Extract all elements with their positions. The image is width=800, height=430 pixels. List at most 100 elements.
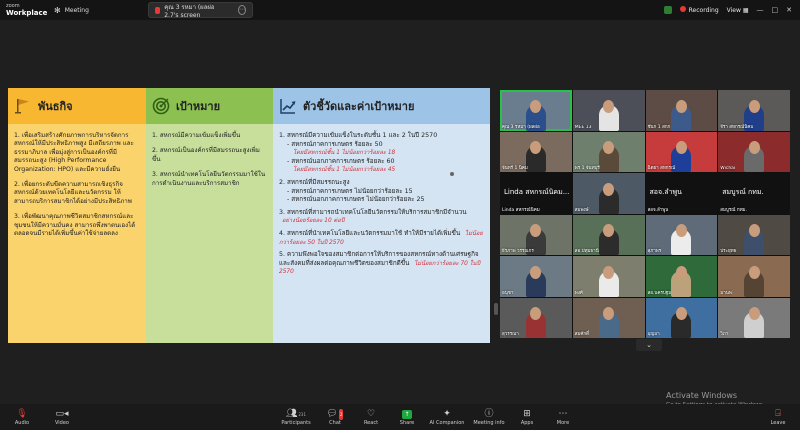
participant-tile[interactable]: ธีรภาพ วรรณกร xyxy=(500,214,572,255)
shield-icon[interactable] xyxy=(663,6,672,14)
participant-tile[interactable]: อนุชา xyxy=(500,256,572,297)
kpi-item-1: 1. สหกรณ์มีความเข้มแข็งในระดับชั้น 1 และ… xyxy=(279,132,484,175)
participant-face xyxy=(603,182,615,196)
participant-tile[interactable]: สอ.นครปฐม xyxy=(645,256,718,297)
gallery-scroll-down-button[interactable]: ⌄ xyxy=(636,339,662,351)
participants-button[interactable]: 👥︎231 Participants xyxy=(275,404,317,430)
kpi-target: อย่างน้อยร้อยละ 10 ต่อปี xyxy=(282,218,345,225)
participant-name: คุณ 3 รหมา (ผลผ่อ xyxy=(502,124,540,130)
chat-button[interactable]: 💬︎ 2 Chat xyxy=(317,404,353,430)
participant-tile[interactable]: นิตยา สหกรณ์ xyxy=(645,131,718,172)
recording-label: Recording xyxy=(688,7,719,14)
video-button[interactable]: ▭◂ Video xyxy=(44,404,80,430)
participant-tile[interactable]: พงศ์ xyxy=(572,256,645,297)
participant-name: จันทร์ 1 นิคม xyxy=(502,166,528,171)
goals-body: 1. สหกรณ์มีความเข้มแข็งเพิ่มขึ้น 2. สหกร… xyxy=(146,124,273,203)
participant-tile[interactable]: สมบูรณ์ กทม. สมบูรณ์ กทม. xyxy=(718,173,790,214)
participant-tile[interactable]: สุภาพร xyxy=(645,214,718,255)
participant-tile[interactable]: ชันก 1 สกก xyxy=(645,90,718,131)
screen-share-icon xyxy=(155,6,161,14)
participant-tile[interactable]: จีรา สหกรณ์นิคม xyxy=(718,90,790,131)
sparkle-icon: ✦ xyxy=(443,408,451,419)
apps-label: Apps xyxy=(520,419,534,426)
tab-meeting[interactable]: ✻ Meeting xyxy=(48,2,148,18)
participant-display-name: Linda สหกรณ์นิคม... xyxy=(504,188,570,196)
share-screen-icon: ↑ xyxy=(402,409,412,420)
participants-count: 231 xyxy=(298,411,307,417)
participant-name: Wichai xyxy=(720,166,736,171)
info-label: Meeting info xyxy=(473,419,505,426)
tab-shared-screen[interactable]: คุณ 3 รหมา (ผลผ่อ 2.7's screen ⋯ xyxy=(148,2,253,19)
participant-face xyxy=(748,307,760,320)
kpi-item-4: 4. สหกรณ์ที่นำเทคโนโลยีและนวัตกรรมมาใช้ … xyxy=(279,230,484,247)
trend-chart-icon xyxy=(280,99,296,114)
leave-button[interactable]: ⍈ Leave xyxy=(760,404,796,430)
participant-tile[interactable]: วิภา xyxy=(718,297,790,338)
participant-tile[interactable]: พร 1 จันทบุรี xyxy=(572,131,645,172)
kpi-header: ตัวชี้วัดและค่าเป้าหมาย xyxy=(273,88,490,124)
participant-tile[interactable]: Wichai xyxy=(718,131,790,172)
participant-face xyxy=(675,224,687,237)
kpi-item-2: 2. สหกรณ์ที่มีสมรรถนะสูง - สหกรณ์ภาคการเ… xyxy=(279,179,484,205)
participant-name: ชันก 1 สกก xyxy=(647,124,671,130)
participants-icon: 👥︎231 xyxy=(285,408,307,419)
view-label: View xyxy=(726,6,741,14)
participant-tile[interactable]: มานพ xyxy=(718,256,790,297)
participant-name: พร 1 จันทบุรี xyxy=(574,166,600,171)
participant-tile[interactable]: คุณ 3 รหมา (ผลผ่อ xyxy=(500,90,572,131)
participant-name: Linda สหกรณ์นิคม xyxy=(502,207,540,213)
participant-tile[interactable]: สอ.ปทุมธานี xyxy=(572,214,645,255)
participant-tile[interactable]: สมศักดิ์ xyxy=(572,297,645,338)
participant-gallery: คุณ 3 รหมา (ผลผ่อ MEE 13 ชันก 1 สกก จีรา สห… xyxy=(500,90,790,338)
share-button[interactable]: ↑ Share xyxy=(389,404,425,430)
mission-item: 3. เพื่อพัฒนาคุณภาพชีวิตสมาชิกสหกรณ์และช… xyxy=(14,213,136,238)
flag-icon xyxy=(15,99,29,114)
close-button[interactable]: ✕ xyxy=(786,6,792,14)
top-right-controls: Recording View ▦ — □ ✕ xyxy=(663,6,800,14)
participant-face xyxy=(603,265,615,279)
react-button[interactable]: ♡ React xyxy=(353,404,389,430)
audio-label: Audio xyxy=(14,419,30,426)
kpi-sub: - สหกรณ์ภาคการเกษตร ร้อยละ 50 xyxy=(287,140,383,148)
participant-tile[interactable]: จันทร์ 1 นิคม xyxy=(500,131,572,172)
slide-scroll-indicator[interactable] xyxy=(494,303,498,315)
participant-name: จีรา สหกรณ์นิคม xyxy=(720,124,754,130)
participant-name: ประยุทธ xyxy=(720,249,737,254)
participant-name: MEE 13 xyxy=(574,124,592,130)
participant-face xyxy=(675,141,687,154)
toolbar-center: 👥︎231 Participants 💬︎ 2 Chat ♡ React ↑ Sh… xyxy=(275,404,581,430)
ai-companion-button[interactable]: ✦ AI Companion xyxy=(425,404,469,430)
participant-face xyxy=(530,265,542,279)
participant-face xyxy=(675,99,687,113)
recording-indicator[interactable]: Recording xyxy=(679,6,719,14)
heart-icon: ♡ xyxy=(366,408,376,419)
apps-icon: ⊞ xyxy=(523,408,531,419)
meeting-info-button[interactable]: ⓘ Meeting info xyxy=(469,404,509,430)
chat-icon: 💬︎ 2 xyxy=(326,408,344,420)
participant-name: พงศ์ xyxy=(574,290,583,296)
kpi-column: ตัวชี้วัดและค่าเป้าหมาย 1. สหกรณ์มีความเ… xyxy=(273,88,490,343)
target-icon xyxy=(152,97,170,115)
participant-tile[interactable]: สอจ.ลำพูน สอจ.ลำพูน xyxy=(645,173,718,214)
minimize-button[interactable]: — xyxy=(757,6,764,14)
goals-column: เป้าหมาย 1. สหกรณ์มีความเข้มแข็งเพิ่มขึ้… xyxy=(146,88,273,343)
apps-button[interactable]: ⊞ Apps xyxy=(509,404,545,430)
participant-tile[interactable]: สมพงษ์ xyxy=(572,173,645,214)
maximize-button[interactable]: □ xyxy=(772,6,779,14)
participant-name: อนุชา xyxy=(502,290,514,296)
participant-tile[interactable]: MEE 13 xyxy=(572,90,645,131)
participant-tile[interactable]: สุวรรณา xyxy=(500,297,572,338)
participant-tile[interactable]: ประยุทธ xyxy=(718,214,790,255)
ai-label: AI Companion xyxy=(429,419,465,426)
kpi-text: 3. สหกรณ์ที่สามารถนำเทคโนโลยีนวัตกรรมให้… xyxy=(279,208,467,216)
participant-tile[interactable]: บุญมา xyxy=(645,297,718,338)
mission-item: 1. เพื่อเสริมสร้างศักยภาพการบริหารจัดการ… xyxy=(14,132,134,173)
more-icon[interactable]: ⋯ xyxy=(238,5,246,15)
title-bar: zoom Workplace ✻ Meeting คุณ 3 รหมา (ผลผ… xyxy=(0,0,800,20)
kpi-sub: - สหกรณ์นอกภาคการเกษตร ร้อยละ 60 xyxy=(287,157,395,165)
more-button[interactable]: ⋯ More xyxy=(545,404,581,430)
audio-button[interactable]: 🎙︎ Audio xyxy=(4,404,40,430)
participant-tile[interactable]: Linda สหกรณ์นิคม... Linda สหกรณ์นิคม xyxy=(500,173,572,214)
view-button[interactable]: View ▦ xyxy=(727,7,749,14)
mission-title: พันธกิจ xyxy=(38,100,73,113)
